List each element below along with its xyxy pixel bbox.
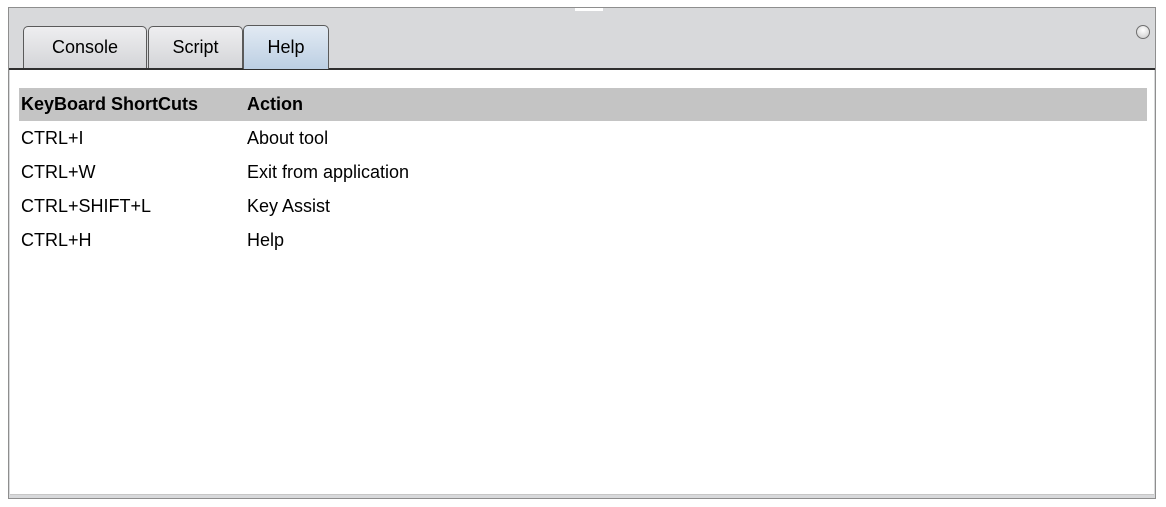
action-cell: Help	[247, 229, 285, 250]
column-header-action[interactable]: Action	[247, 94, 1147, 115]
shortcut-cell: CTRL+H	[21, 229, 92, 250]
table-row[interactable]: CTRL+W Exit from application	[19, 155, 1147, 189]
tab-script-label: Script	[172, 37, 219, 57]
column-header-shortcuts[interactable]: KeyBoard ShortCuts	[19, 94, 247, 115]
table-row[interactable]: CTRL+SHIFT+L Key Assist	[19, 189, 1147, 223]
help-content: KeyBoard ShortCuts Action CTRL+I About t…	[10, 70, 1154, 495]
tab-help-label: Help	[267, 37, 305, 57]
table-row[interactable]: CTRL+I About tool	[19, 121, 1147, 155]
tab-script[interactable]: Script	[148, 26, 243, 68]
action-cell: Exit from application	[247, 161, 410, 182]
panel-options-icon[interactable]	[1136, 25, 1150, 39]
tab-bar: Console Script Help	[9, 8, 1155, 70]
tabbed-panel: Console Script Help KeyBoard ShortCuts A…	[8, 7, 1156, 499]
shortcut-cell: CTRL+I	[21, 127, 84, 148]
shortcut-cell: CTRL+SHIFT+L	[21, 195, 152, 216]
action-cell: About tool	[247, 127, 329, 148]
table-row[interactable]: CTRL+H Help	[19, 223, 1147, 257]
shortcuts-table: KeyBoard ShortCuts Action CTRL+I About t…	[19, 88, 1147, 257]
shortcut-cell: CTRL+W	[21, 161, 96, 182]
table-header: KeyBoard ShortCuts Action	[19, 88, 1147, 121]
tab-help[interactable]: Help	[243, 25, 329, 69]
action-cell: Key Assist	[247, 195, 331, 216]
tab-console-label: Console	[51, 37, 119, 57]
tab-console[interactable]: Console	[23, 26, 147, 68]
